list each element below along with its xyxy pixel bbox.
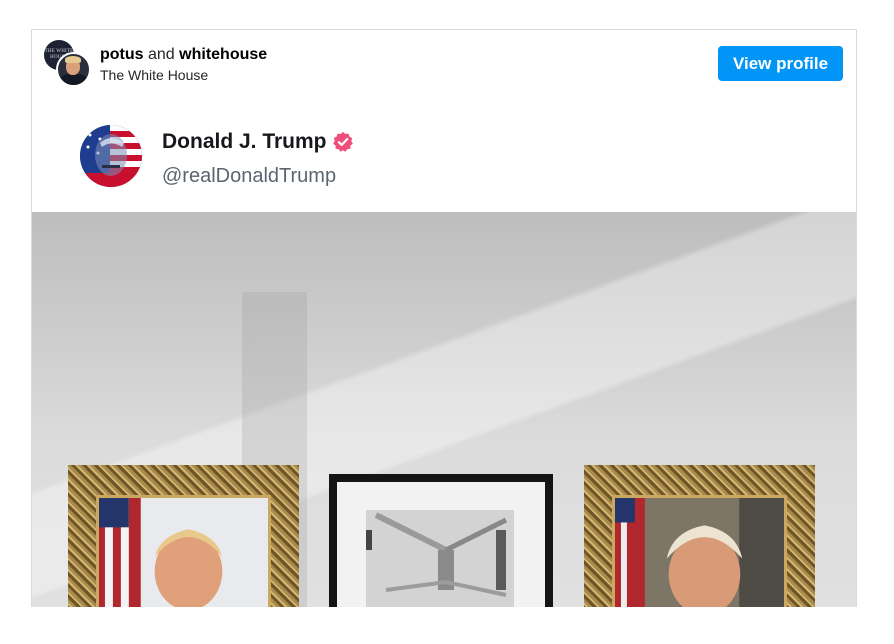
black-frame-center <box>329 474 553 607</box>
tweet-header-image: Donald J. Trump @realDonaldTrump <box>32 90 856 212</box>
tweet-handle: @realDonaldTrump <box>162 165 337 187</box>
username-connector: and <box>148 46 175 63</box>
collab-usernames: potus and whitehouse <box>100 46 267 64</box>
tweet-display-name: Donald J. Trump <box>162 130 327 153</box>
post-photo[interactable] <box>32 212 856 607</box>
post-subtitle: The White House <box>100 67 209 83</box>
portrait-left <box>99 498 268 607</box>
username-potus[interactable]: potus <box>100 46 144 63</box>
instagram-embed-card: THE WHITE HOUSE potus and whitehouse The… <box>31 29 857 607</box>
potus-avatar[interactable] <box>56 52 91 87</box>
username-whitehouse[interactable]: whitehouse <box>179 46 267 63</box>
tweet-avatar <box>80 125 142 187</box>
view-profile-button[interactable]: View profile <box>718 46 843 81</box>
post-header: THE WHITE HOUSE potus and whitehouse The… <box>32 30 856 90</box>
verified-badge-icon <box>333 131 353 152</box>
gold-frame-left <box>68 465 299 607</box>
gold-frame-right <box>584 465 815 607</box>
center-picture <box>366 510 514 607</box>
portrait-right <box>615 498 784 607</box>
